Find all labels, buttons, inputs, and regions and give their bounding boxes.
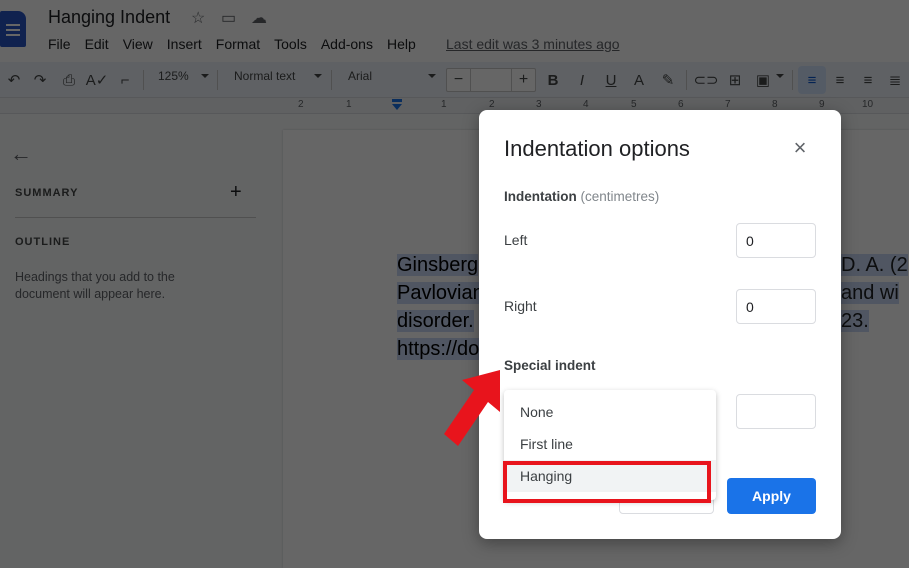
special-indent-label: Special indent	[504, 358, 596, 373]
special-indent-value-input[interactable]	[736, 394, 816, 429]
annotation-highlight-box	[503, 461, 711, 503]
indentation-label: Indentation	[504, 189, 577, 204]
dialog-title: Indentation options	[504, 136, 690, 161]
right-indent-input[interactable]	[736, 289, 816, 324]
option-none[interactable]: None	[504, 396, 716, 428]
unit-label: (centimetres)	[580, 189, 660, 204]
indentation-subtitle: Indentation (centimetres)	[504, 189, 659, 204]
left-indent-label: Left	[504, 232, 528, 248]
annotation-arrow-icon	[444, 370, 500, 446]
right-indent-label: Right	[504, 298, 537, 314]
option-first-line[interactable]: First line	[504, 428, 716, 460]
apply-button[interactable]: Apply	[727, 478, 816, 514]
left-indent-input[interactable]	[736, 223, 816, 258]
close-icon[interactable]: ×	[789, 137, 811, 159]
